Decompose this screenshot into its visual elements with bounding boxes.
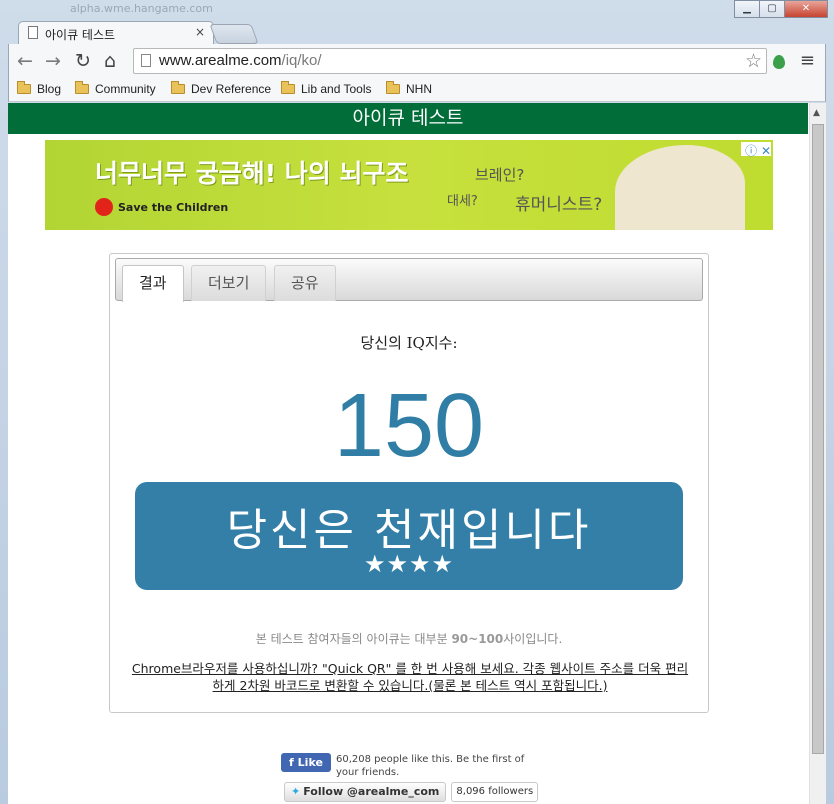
tab-more[interactable]: 더보기 — [191, 265, 267, 301]
facebook-like-label: Like — [297, 756, 323, 769]
faded-window-title: alpha.wme.hangame.com — [70, 2, 213, 15]
quiz-tabbar: 결과 더보기 공유 — [115, 258, 703, 302]
note-prefix: 본 테스트 참여자들의 아이큐는 대부분 — [255, 632, 452, 646]
note-suffix: 사이입니다. — [503, 632, 563, 646]
twitter-follow-label: Follow @arealme_com — [303, 785, 440, 798]
maximize-button[interactable]: ▢ — [759, 0, 785, 18]
page-viewport: 아이큐 테스트 너무너무 궁금해! 나의 뇌구조 브레인? 대세? 휴머니스트?… — [8, 103, 826, 804]
tab-strip: 아이큐 테스트 × — [8, 18, 826, 44]
reload-icon[interactable]: ↻ — [75, 50, 91, 72]
url-text[interactable]: www.arealme.com/iq/ko/ — [159, 52, 322, 69]
bookmarks-bar: Blog Community Dev Reference Lib and Too… — [8, 78, 826, 102]
page-icon — [28, 26, 38, 39]
average-note: 본 테스트 참여자들의 아이큐는 대부분 90~100사이입니다. — [110, 630, 708, 647]
extension-leaf-icon[interactable] — [773, 55, 785, 69]
tab-title: 아이큐 테스트 — [45, 28, 116, 42]
score-label: 당신의 IQ지수: — [360, 334, 458, 352]
twitter-follow-widget: ✦ Follow @arealme_com 8,096 followers — [284, 782, 539, 802]
bookmark-label: Community — [95, 82, 156, 96]
folder-icon — [281, 81, 295, 94]
browser-window: alpha.wme.hangame.com ▁ ▢ ✕ 아이큐 테스트 × ← … — [0, 0, 834, 804]
page-info-icon[interactable] — [141, 54, 151, 67]
bookmark-nhn[interactable]: NHN — [386, 81, 432, 96]
iq-score: 150 — [333, 376, 485, 476]
twitter-followers-count: 8,096 followers — [451, 782, 539, 802]
facebook-like-widget: f Like 60,208 people like this. Be the f… — [281, 753, 536, 779]
bookmark-label: Lib and Tools — [301, 82, 372, 96]
folder-icon — [386, 81, 400, 94]
ad-headline: 너무너무 궁금해! 나의 뇌구조 — [95, 159, 409, 188]
menu-icon[interactable]: ≡ — [800, 50, 815, 71]
twitter-bird-icon: ✦ — [291, 785, 301, 798]
twitter-follow-button[interactable]: ✦ Follow @arealme_com — [284, 782, 447, 802]
quick-qr-link[interactable]: Chrome브라우저를 사용하십니까? "Quick QR" 를 한 번 사용해… — [130, 660, 690, 694]
scroll-thumb[interactable] — [812, 124, 824, 754]
bookmark-star-icon[interactable]: ☆ — [745, 50, 762, 72]
scroll-up-icon[interactable]: ▲ — [813, 108, 820, 118]
ad-banner[interactable]: 너무너무 궁금해! 나의 뇌구조 브레인? 대세? 휴머니스트? Save th… — [45, 140, 773, 230]
back-icon[interactable]: ← — [17, 50, 33, 72]
rating-stars: ★★★★ — [363, 550, 455, 578]
bookmark-lib-and-tools[interactable]: Lib and Tools — [281, 81, 372, 96]
ad-brand-logo: Save the Children — [95, 198, 228, 216]
facebook-like-count: 60,208 people like this. Be the first of… — [336, 754, 525, 778]
ad-text-humanist: 휴머니스트? — [515, 195, 603, 215]
result-text: 당신은 천재입니다 — [226, 505, 592, 556]
tab-share[interactable]: 공유 — [274, 265, 336, 301]
ad-text-brain: 브레인? — [475, 166, 525, 184]
facebook-like-button[interactable]: f Like — [281, 753, 331, 772]
url-domain: www.arealme.com — [159, 52, 282, 69]
home-icon[interactable]: ⌂ — [104, 50, 116, 72]
vertical-scrollbar[interactable]: ▲ — [809, 103, 826, 804]
address-bar[interactable]: www.arealme.com/iq/ko/ ☆ — [133, 48, 767, 74]
url-path: /iq/ko/ — [281, 52, 322, 69]
quiz-result-panel: 결과 더보기 공유 당신의 IQ지수: 150 당신은 천재입니다 ★★★★ 본… — [109, 253, 709, 713]
tab-result[interactable]: 결과 — [122, 265, 184, 302]
window-controls: ▁ ▢ ✕ — [734, 0, 828, 18]
result-banner: 당신은 천재입니다 ★★★★ — [135, 482, 683, 590]
brain-illustration — [615, 145, 745, 230]
save-the-children-icon — [95, 198, 113, 216]
folder-icon — [75, 81, 89, 94]
bookmark-label: NHN — [406, 82, 432, 96]
tab-close-icon[interactable]: × — [195, 25, 205, 39]
new-tab-button[interactable] — [209, 24, 259, 44]
title-bar: alpha.wme.hangame.com ▁ ▢ ✕ — [0, 0, 834, 18]
browser-toolbar: ← → ↻ ⌂ www.arealme.com/iq/ko/ ☆ ≡ — [8, 44, 826, 78]
ad-brand-name: Save the Children — [118, 200, 229, 214]
forward-icon[interactable]: → — [45, 50, 61, 72]
site-header: 아이큐 테스트 — [8, 103, 808, 134]
bookmark-dev-reference[interactable]: Dev Reference — [171, 81, 272, 96]
folder-icon — [17, 81, 31, 94]
ad-choices-icon[interactable]: ⓘ ✕ — [741, 142, 771, 158]
minimize-button[interactable]: ▁ — [734, 0, 760, 18]
bookmark-community[interactable]: Community — [75, 81, 156, 96]
note-range: 90~100 — [451, 632, 504, 646]
browser-tab-active[interactable]: 아이큐 테스트 × — [18, 21, 214, 44]
ad-text-trend: 대세? — [447, 194, 478, 209]
bookmark-label: Blog — [37, 82, 62, 96]
bookmark-label: Dev Reference — [191, 82, 272, 96]
close-window-button[interactable]: ✕ — [784, 0, 828, 18]
folder-icon — [171, 81, 185, 94]
bookmark-blog[interactable]: Blog — [17, 81, 62, 96]
